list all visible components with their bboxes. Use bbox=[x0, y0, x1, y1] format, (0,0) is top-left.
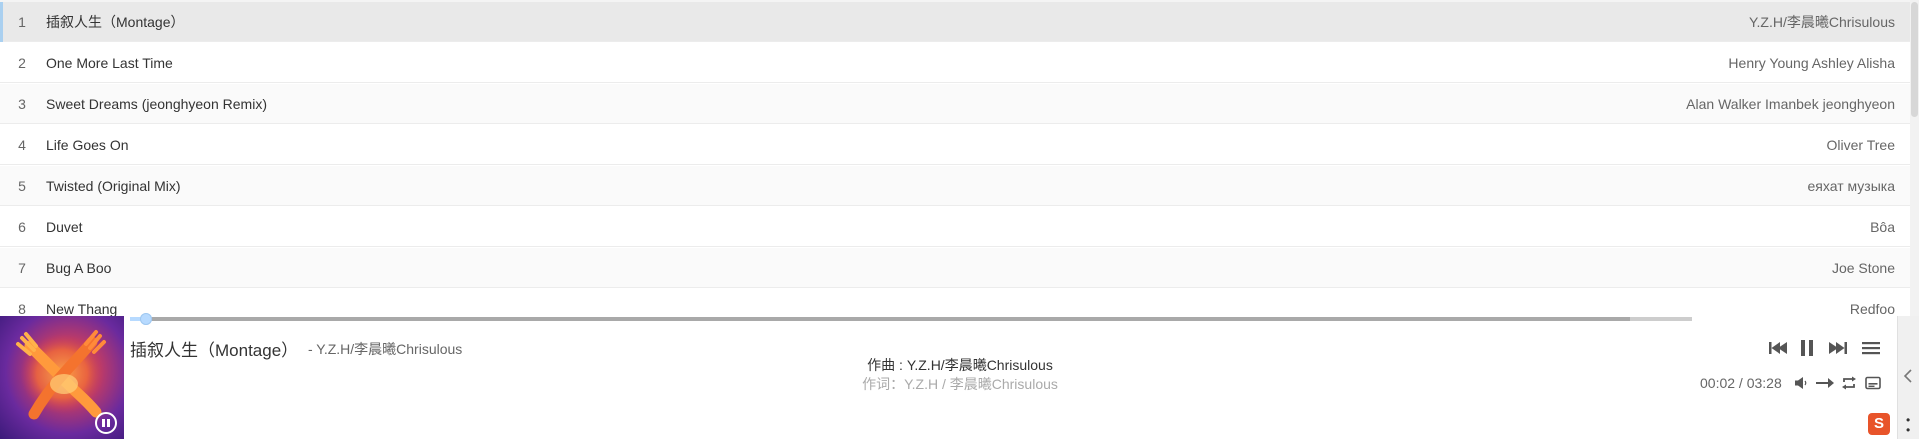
cover-pause-icon[interactable] bbox=[95, 412, 117, 434]
track-title: 插叙人生（Montage） bbox=[46, 14, 185, 30]
track-artist: Joe Stone bbox=[1831, 260, 1895, 276]
progress-thumb[interactable] bbox=[139, 313, 152, 325]
track-title: Sweet Dreams (jeonghyeon Remix) bbox=[46, 96, 267, 112]
lyrics-icon[interactable] bbox=[1865, 376, 1881, 390]
track-number: 4 bbox=[18, 137, 26, 153]
track-row[interactable]: 7 Bug A Boo Joe Stone bbox=[0, 248, 1910, 288]
track-number: 7 bbox=[18, 260, 26, 276]
order-icon[interactable] bbox=[1815, 376, 1835, 390]
track-title: Bug A Boo bbox=[46, 260, 112, 276]
sogou-ime-icon[interactable]: S bbox=[1868, 413, 1890, 435]
now-playing-artist: - Y.Z.H/李晨曦Chrisulous bbox=[308, 341, 463, 357]
track-row[interactable]: 1 插叙人生（Montage） Y.Z.H/李晨曦Chrisulous bbox=[0, 2, 1910, 42]
track-artist: Bôa bbox=[1870, 219, 1895, 235]
progress-bar[interactable] bbox=[130, 312, 1692, 326]
track-title: New Thang bbox=[46, 301, 118, 316]
list-menu-icon[interactable] bbox=[1862, 340, 1880, 356]
track-row[interactable]: 5 Twisted (Original Mix) еяхат музыка bbox=[0, 166, 1910, 206]
track-artist: Redfoo bbox=[1849, 301, 1895, 316]
chevron-left-icon[interactable] bbox=[1903, 368, 1913, 389]
player-bar: 插叙人生（Montage） - Y.Z.H/李晨曦Chrisulous 作曲 :… bbox=[0, 313, 1919, 439]
track-artist: Alan Walker Imanbek jeonghyeon bbox=[1686, 96, 1895, 112]
loop-icon[interactable] bbox=[1841, 376, 1857, 390]
track-artist: Henry Young Ashley Alisha bbox=[1728, 55, 1895, 71]
track-number: 3 bbox=[18, 96, 26, 112]
track-row[interactable]: 3 Sweet Dreams (jeonghyeon Remix) Alan W… bbox=[0, 84, 1910, 124]
track-number: 5 bbox=[18, 178, 26, 194]
track-title: One More Last Time bbox=[46, 55, 173, 71]
track-number: 2 bbox=[18, 55, 26, 71]
track-artist: Oliver Tree bbox=[1826, 137, 1895, 153]
tray-more-icon[interactable]: • • bbox=[1906, 414, 1910, 436]
progress-loaded bbox=[130, 317, 1630, 321]
time-display: 00:02 / 03:28 bbox=[1700, 375, 1782, 391]
track-title: Duvet bbox=[46, 219, 83, 235]
now-playing-title: 插叙人生（Montage） bbox=[130, 341, 299, 360]
track-artist: еяхат музыка bbox=[1807, 178, 1895, 194]
track-title: Twisted (Original Mix) bbox=[46, 178, 181, 194]
skip-back-icon[interactable] bbox=[1768, 340, 1788, 356]
track-row[interactable]: 4 Life Goes On Oliver Tree bbox=[0, 125, 1910, 165]
track-number: 8 bbox=[18, 301, 26, 316]
track-row[interactable]: 2 One More Last Time Henry Young Ashley … bbox=[0, 43, 1910, 83]
album-cover[interactable] bbox=[0, 316, 124, 439]
playlist: 1 插叙人生（Montage） Y.Z.H/李晨曦Chrisulous 2 On… bbox=[0, 0, 1910, 316]
track-number: 6 bbox=[18, 219, 26, 235]
playlist-scrollbar-thumb[interactable] bbox=[1911, 2, 1918, 117]
track-artist: Y.Z.H/李晨曦Chrisulous bbox=[1748, 14, 1895, 30]
track-row[interactable]: 6 Duvet Bôa bbox=[0, 207, 1910, 247]
pause-icon[interactable] bbox=[1800, 339, 1814, 357]
track-number: 1 bbox=[18, 14, 26, 30]
track-title: Life Goes On bbox=[46, 137, 129, 153]
volume-icon[interactable] bbox=[1794, 376, 1808, 390]
lyric-next-line: 作词：Y.Z.H / 李晨曦Chrisulous bbox=[862, 376, 1058, 392]
skip-forward-icon[interactable] bbox=[1828, 340, 1848, 356]
lyric-current-line: 作曲 : Y.Z.H/李晨曦Chrisulous bbox=[867, 357, 1053, 373]
